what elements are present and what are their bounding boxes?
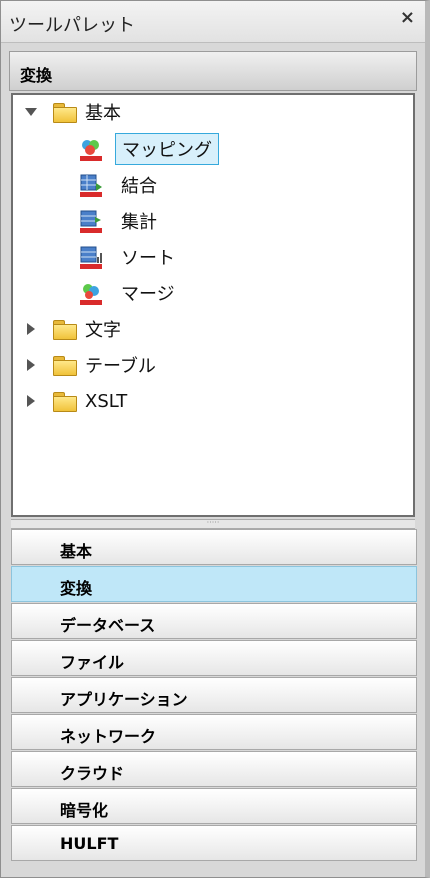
collapse-arrow-icon[interactable] bbox=[25, 106, 37, 118]
category-transform[interactable]: 変換 bbox=[11, 566, 417, 602]
expand-arrow-icon[interactable] bbox=[25, 323, 37, 335]
sort-icon bbox=[80, 246, 102, 269]
category-label: クラウド bbox=[60, 764, 125, 783]
expand-arrow-icon[interactable] bbox=[25, 395, 37, 407]
category-label: アプリケーション bbox=[60, 690, 188, 709]
folder-icon bbox=[53, 392, 77, 412]
tool-palette: ツールパレット × 変換 基本 マッピング 結合 集計 ソート マージ 文字 テ… bbox=[0, 0, 430, 878]
folder-icon bbox=[53, 320, 77, 340]
category-application[interactable]: アプリケーション bbox=[11, 677, 417, 713]
folder-icon bbox=[53, 103, 77, 123]
tree-item-label: マッピング bbox=[115, 133, 219, 165]
tree-folder-xslt[interactable]: XSLT bbox=[25, 384, 127, 418]
tree-folder-label: XSLT bbox=[85, 390, 128, 412]
panel-splitter[interactable]: ····· bbox=[11, 519, 415, 529]
category-label: データベース bbox=[60, 616, 156, 635]
tree-item-label: マージ bbox=[121, 284, 175, 305]
palette-title: ツールパレット bbox=[9, 15, 135, 36]
tree-item-sort[interactable]: ソート bbox=[79, 240, 181, 274]
category-encryption[interactable]: 暗号化 bbox=[11, 788, 417, 824]
tree-folder-basic[interactable]: 基本 bbox=[25, 95, 121, 129]
category-label: 暗号化 bbox=[60, 801, 109, 820]
tree-item-merge[interactable]: マージ bbox=[79, 276, 181, 310]
category-basic[interactable]: 基本 bbox=[11, 529, 417, 565]
category-label: ファイル bbox=[60, 653, 125, 672]
tree-item-mapping[interactable]: マッピング bbox=[79, 132, 219, 166]
category-file[interactable]: ファイル bbox=[11, 640, 417, 676]
merge-icon bbox=[80, 284, 102, 305]
tree-item-label: 結合 bbox=[121, 176, 157, 197]
expand-arrow-icon[interactable] bbox=[25, 359, 37, 371]
close-button[interactable]: × bbox=[400, 7, 415, 29]
tree-item-aggregate[interactable]: 集計 bbox=[79, 204, 163, 238]
category-network[interactable]: ネットワーク bbox=[11, 714, 417, 750]
tree-folder-label: 文字 bbox=[85, 320, 121, 341]
tree-item-label: 集計 bbox=[121, 212, 157, 233]
tool-tree: 基本 マッピング 結合 集計 ソート マージ 文字 テーブル XSLT bbox=[11, 93, 415, 517]
category-label: 基本 bbox=[60, 542, 93, 561]
category-label: 変換 bbox=[60, 579, 93, 598]
tree-folder-table[interactable]: テーブル bbox=[25, 348, 156, 382]
category-cloud[interactable]: クラウド bbox=[11, 751, 417, 787]
tree-item-join[interactable]: 結合 bbox=[79, 168, 163, 202]
join-icon bbox=[80, 174, 102, 197]
category-hulft[interactable]: HULFT bbox=[11, 825, 417, 861]
title-bar: ツールパレット × bbox=[1, 1, 425, 43]
tree-item-label: ソート bbox=[121, 248, 175, 269]
folder-icon bbox=[53, 356, 77, 376]
category-label: HULFT bbox=[60, 834, 119, 853]
aggregate-icon bbox=[80, 210, 102, 233]
section-header: 変換 bbox=[9, 51, 417, 91]
tree-folder-label: テーブル bbox=[85, 356, 156, 377]
category-label: ネットワーク bbox=[60, 727, 157, 746]
section-title: 変換 bbox=[20, 66, 53, 85]
tree-folder-text[interactable]: 文字 bbox=[25, 312, 121, 346]
category-database[interactable]: データベース bbox=[11, 603, 417, 639]
mapping-icon bbox=[80, 140, 102, 161]
tree-folder-label: 基本 bbox=[85, 103, 121, 124]
